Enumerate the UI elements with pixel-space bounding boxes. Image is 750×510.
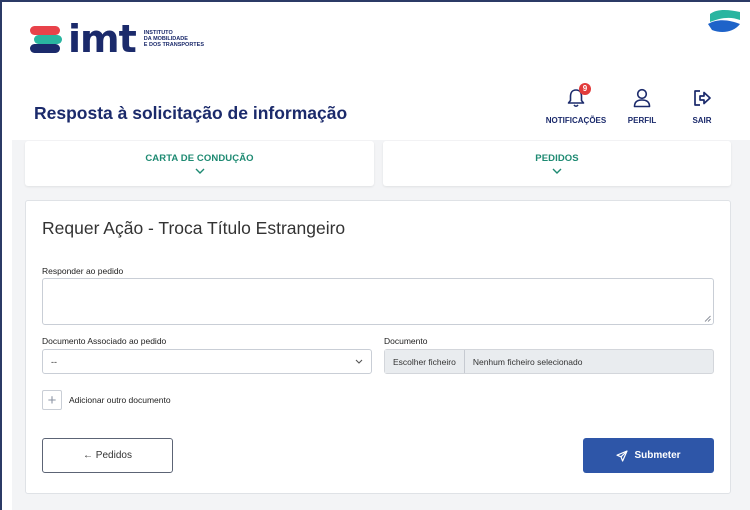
header-actions: 9 NOTIFICAÇÕES PERFIL SAIR [540, 83, 732, 125]
document-file-input[interactable]: Escolher ficheiro Nenhum ficheiro seleci… [384, 349, 714, 374]
tab-pedidos-label: PEDIDOS [535, 153, 579, 164]
back-to-pedidos-button[interactable]: ← Pedidos [42, 438, 173, 473]
associated-document-label: Documento Associado ao pedido [42, 336, 167, 346]
plus-icon[interactable]: + [42, 390, 62, 410]
notification-badge: 9 [579, 83, 591, 95]
brand-corner-icon [708, 10, 740, 32]
logout-button[interactable]: SAIR [672, 86, 732, 125]
document-label: Documento [384, 336, 428, 346]
user-icon [630, 86, 654, 110]
form-title: Requer Ação - Troca Título Estrangeiro [42, 218, 346, 238]
add-document-label: Adicionar outro documento [69, 395, 171, 405]
associated-document-select[interactable]: -- [42, 349, 372, 374]
resize-handle-icon[interactable] [704, 315, 711, 322]
add-document-row[interactable]: + Adicionar outro documento [42, 390, 171, 410]
window-left-border [0, 0, 2, 510]
submit-button[interactable]: Submeter [583, 438, 714, 473]
logo-subtitle: INSTITUTO DA MOBILIDADE E DOS TRANSPORTE… [143, 30, 204, 48]
submit-label: Submeter [634, 450, 681, 461]
send-icon [616, 449, 629, 462]
tab-pedidos[interactable]: PEDIDOS [383, 141, 731, 186]
chevron-down-icon [195, 168, 204, 174]
notifications-button[interactable]: 9 NOTIFICAÇÕES [540, 83, 612, 125]
request-form-card: Requer Ação - Troca Título Estrangeiro R… [25, 200, 731, 494]
chevron-down-icon [552, 168, 562, 174]
bell-icon: 9 [564, 83, 591, 110]
logout-icon [690, 86, 714, 110]
page-title: Resposta à solicitação de informação [34, 103, 348, 123]
imt-logo[interactable]: imt INSTITUTO DA MOBILIDADE E DOS TRANSP… [30, 17, 204, 61]
profile-button[interactable]: PERFIL [612, 86, 672, 125]
no-file-text: Nenhum ficheiro selecionado [472, 356, 583, 367]
profile-label: PERFIL [627, 116, 657, 125]
choose-file-button[interactable]: Escolher ficheiro [385, 350, 465, 373]
logo-mark-icon [30, 24, 66, 54]
tab-carta-conducao-label: CARTA DE CONDUÇÃO [145, 153, 254, 164]
notifications-label: NOTIFICAÇÕES [545, 116, 607, 125]
associated-document-value: -- [51, 356, 57, 367]
tab-carta-conducao[interactable]: CARTA DE CONDUÇÃO [25, 141, 374, 186]
logout-label: SAIR [692, 116, 712, 125]
logo-wordmark: imt [68, 17, 137, 61]
response-textarea[interactable] [42, 278, 714, 325]
chevron-down-icon [355, 359, 363, 364]
window-top-border [0, 0, 750, 2]
response-label: Responder ao pedido [42, 266, 124, 276]
